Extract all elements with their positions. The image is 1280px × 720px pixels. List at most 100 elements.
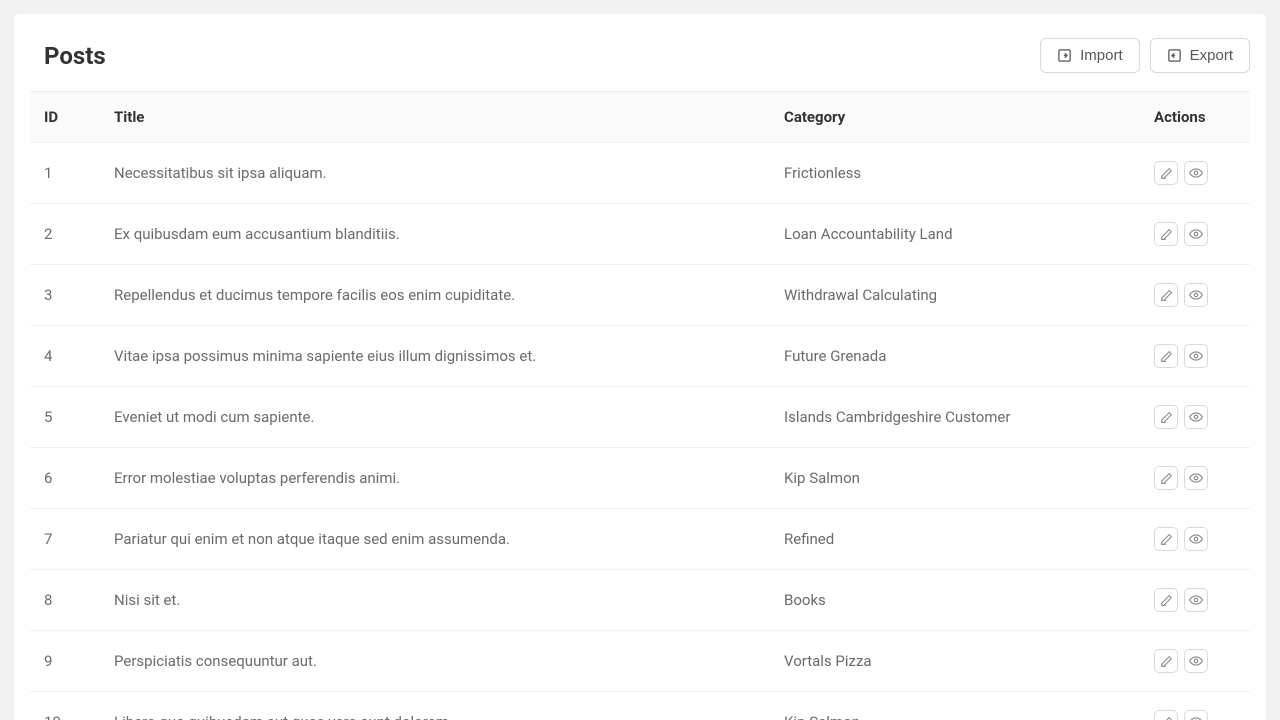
cell-actions <box>1140 204 1250 265</box>
cell-id: 5 <box>30 387 100 448</box>
table-row: 8Nisi sit et.Books <box>30 570 1250 631</box>
edit-icon <box>1160 350 1173 363</box>
cell-actions <box>1140 387 1250 448</box>
export-button-label: Export <box>1190 45 1233 66</box>
edit-button[interactable] <box>1154 283 1178 307</box>
cell-title: Repellendus et ducimus tempore facilis e… <box>100 265 770 326</box>
export-button[interactable]: Export <box>1150 38 1250 73</box>
cell-actions <box>1140 692 1250 720</box>
cell-category: Frictionless <box>770 143 1140 204</box>
eye-icon <box>1189 471 1203 485</box>
edit-button[interactable] <box>1154 466 1178 490</box>
cell-actions <box>1140 448 1250 509</box>
cell-category: Loan Accountability Land <box>770 204 1140 265</box>
cell-category: Kip Salmon <box>770 448 1140 509</box>
cell-id: 1 <box>30 143 100 204</box>
cell-id: 10 <box>30 692 100 720</box>
import-button[interactable]: Import <box>1040 38 1140 73</box>
cell-actions <box>1140 326 1250 387</box>
table-row: 7Pariatur qui enim et non atque itaque s… <box>30 509 1250 570</box>
table-row: 3Repellendus et ducimus tempore facilis … <box>30 265 1250 326</box>
export-icon <box>1167 48 1182 63</box>
cell-actions <box>1140 265 1250 326</box>
eye-icon <box>1189 166 1203 180</box>
posts-table: ID Title Category Actions 1Necessitatibu… <box>30 91 1250 720</box>
edit-button[interactable] <box>1154 649 1178 673</box>
edit-button[interactable] <box>1154 710 1178 720</box>
cell-category: Vortals Pizza <box>770 631 1140 692</box>
cell-category: Books <box>770 570 1140 631</box>
edit-icon <box>1160 472 1173 485</box>
cell-actions <box>1140 631 1250 692</box>
eye-icon <box>1189 715 1203 720</box>
cell-actions <box>1140 509 1250 570</box>
col-header-actions: Actions <box>1140 92 1250 143</box>
header-actions: Import Export <box>1040 38 1250 73</box>
import-button-label: Import <box>1080 45 1123 66</box>
cell-title: Perspiciatis consequuntur aut. <box>100 631 770 692</box>
edit-icon <box>1160 289 1173 302</box>
cell-id: 6 <box>30 448 100 509</box>
table-row: 9Perspiciatis consequuntur aut.Vortals P… <box>30 631 1250 692</box>
table-row: 2Ex quibusdam eum accusantium blanditiis… <box>30 204 1250 265</box>
table-row: 5Eveniet ut modi cum sapiente.Islands Ca… <box>30 387 1250 448</box>
cell-title: Error molestiae voluptas perferendis ani… <box>100 448 770 509</box>
edit-button[interactable] <box>1154 161 1178 185</box>
table-row: 10Libero quo quibusdam aut quas vero sun… <box>30 692 1250 720</box>
eye-icon <box>1189 593 1203 607</box>
cell-actions <box>1140 143 1250 204</box>
view-button[interactable] <box>1184 344 1208 368</box>
edit-button[interactable] <box>1154 344 1178 368</box>
page-title: Posts <box>30 42 106 70</box>
eye-icon <box>1189 349 1203 363</box>
cell-id: 3 <box>30 265 100 326</box>
edit-icon <box>1160 655 1173 668</box>
import-icon <box>1057 48 1072 63</box>
cell-id: 4 <box>30 326 100 387</box>
edit-icon <box>1160 167 1173 180</box>
cell-id: 7 <box>30 509 100 570</box>
cell-category: Refined <box>770 509 1140 570</box>
view-button[interactable] <box>1184 222 1208 246</box>
view-button[interactable] <box>1184 588 1208 612</box>
edit-icon <box>1160 716 1173 720</box>
cell-title: Ex quibusdam eum accusantium blanditiis. <box>100 204 770 265</box>
col-header-id[interactable]: ID <box>30 92 100 143</box>
eye-icon <box>1189 532 1203 546</box>
cell-category: Islands Cambridgeshire Customer <box>770 387 1140 448</box>
cell-id: 8 <box>30 570 100 631</box>
col-header-title[interactable]: Title <box>100 92 770 143</box>
eye-icon <box>1189 410 1203 424</box>
cell-id: 9 <box>30 631 100 692</box>
view-button[interactable] <box>1184 710 1208 720</box>
edit-icon <box>1160 594 1173 607</box>
view-button[interactable] <box>1184 161 1208 185</box>
view-button[interactable] <box>1184 649 1208 673</box>
cell-actions <box>1140 570 1250 631</box>
view-button[interactable] <box>1184 283 1208 307</box>
eye-icon <box>1189 227 1203 241</box>
edit-button[interactable] <box>1154 527 1178 551</box>
table-row: 4Vitae ipsa possimus minima sapiente eiu… <box>30 326 1250 387</box>
table-row: 6Error molestiae voluptas perferendis an… <box>30 448 1250 509</box>
eye-icon <box>1189 288 1203 302</box>
eye-icon <box>1189 654 1203 668</box>
edit-icon <box>1160 411 1173 424</box>
cell-title: Vitae ipsa possimus minima sapiente eius… <box>100 326 770 387</box>
edit-icon <box>1160 228 1173 241</box>
cell-title: Libero quo quibusdam aut quas vero sunt … <box>100 692 770 720</box>
view-button[interactable] <box>1184 466 1208 490</box>
edit-button[interactable] <box>1154 588 1178 612</box>
cell-title: Eveniet ut modi cum sapiente. <box>100 387 770 448</box>
cell-title: Necessitatibus sit ipsa aliquam. <box>100 143 770 204</box>
view-button[interactable] <box>1184 527 1208 551</box>
col-header-category[interactable]: Category <box>770 92 1140 143</box>
cell-title: Pariatur qui enim et non atque itaque se… <box>100 509 770 570</box>
edit-button[interactable] <box>1154 405 1178 429</box>
cell-category: Kip Salmon <box>770 692 1140 720</box>
cell-title: Nisi sit et. <box>100 570 770 631</box>
view-button[interactable] <box>1184 405 1208 429</box>
cell-category: Withdrawal Calculating <box>770 265 1140 326</box>
edit-button[interactable] <box>1154 222 1178 246</box>
cell-category: Future Grenada <box>770 326 1140 387</box>
